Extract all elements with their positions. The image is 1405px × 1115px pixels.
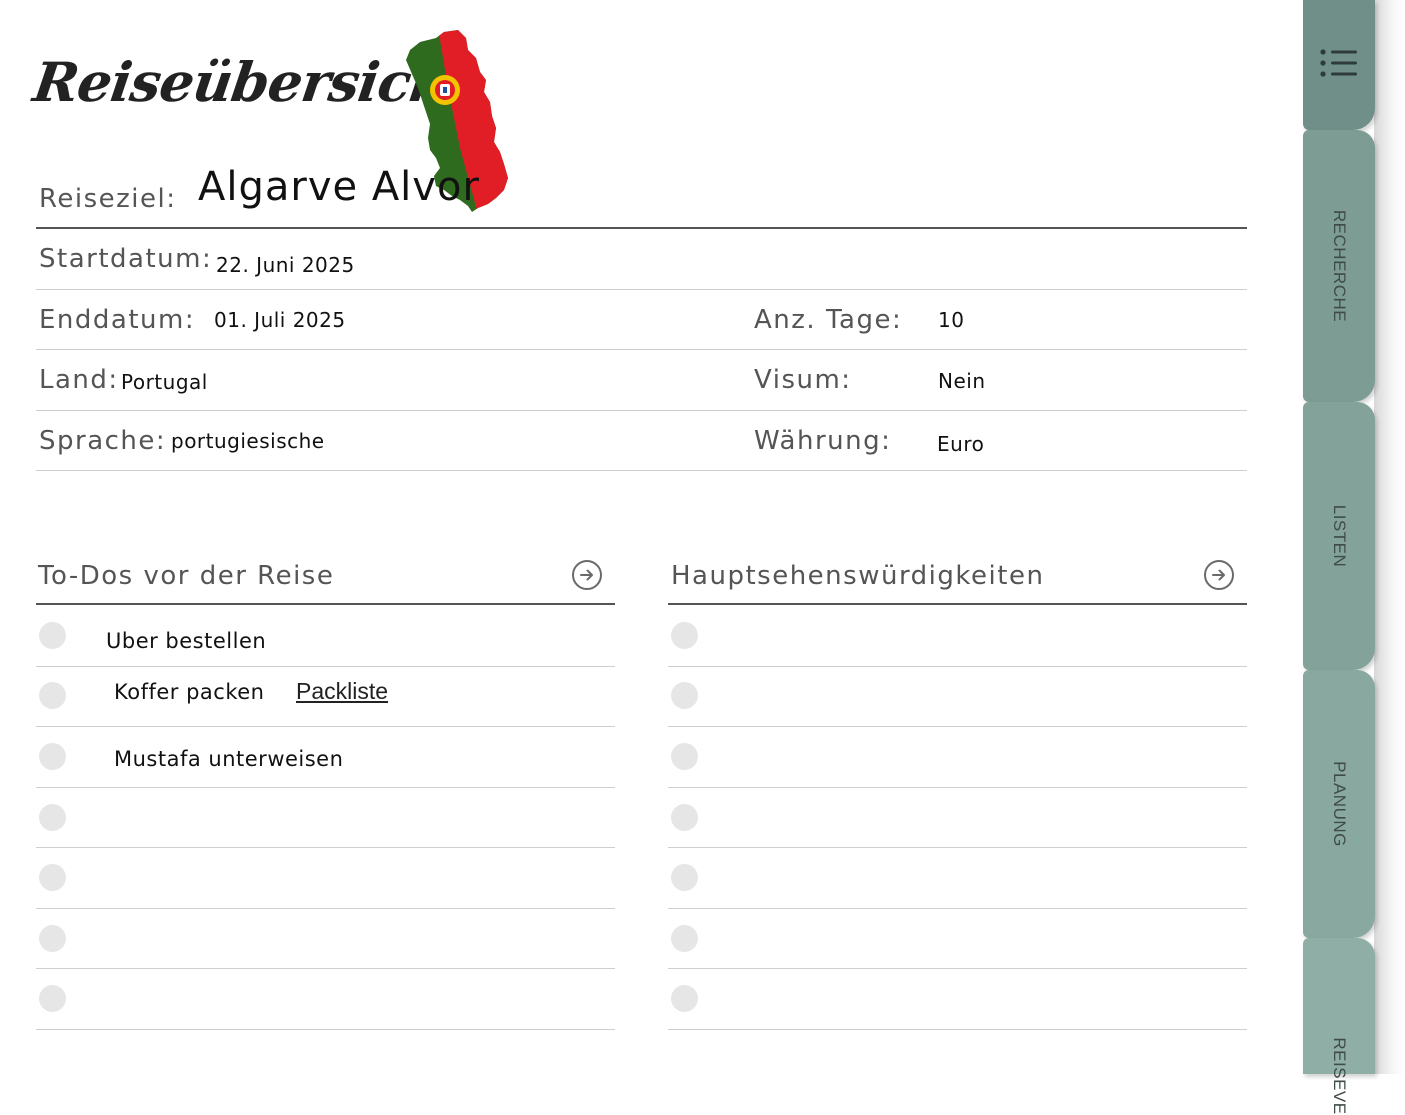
todo-checkbox[interactable] [39,622,66,649]
divider [668,726,1247,727]
tab-reiseve[interactable]: REISEVE [1303,938,1375,1115]
todos-title: To-Dos vor der Reise [38,561,335,591]
tab-label: PLANUNG [1330,761,1349,847]
travel-overview-page: Reiseübersicht Reiseziel: Algarve Alvor … [0,0,1300,1074]
visa-value[interactable]: Nein [938,369,986,393]
divider [668,787,1247,788]
tab-planung[interactable]: PLANUNG [1303,670,1375,938]
list-menu-icon [1320,49,1357,77]
destination-label: Reiseziel: [39,184,177,214]
tab-label: RECHERCHE [1330,209,1349,323]
start-date-value[interactable]: 22. Juni 2025 [216,253,355,277]
divider [36,349,1247,350]
tab-recherche[interactable]: RECHERCHE [1303,130,1375,402]
sight-checkbox[interactable] [671,925,698,952]
packliste-link[interactable]: Packliste [296,678,388,705]
divider [668,1029,1247,1030]
todo-checkbox[interactable] [39,864,66,891]
todos-arrow-button[interactable] [572,560,602,590]
end-date-label: Enddatum: [39,305,196,335]
divider [668,603,1247,605]
currency-value[interactable]: Euro [937,432,984,456]
todo-item[interactable]: Koffer packen [114,680,264,704]
sights-title: Hauptsehenswürdigkeiten [671,561,1045,591]
todo-item[interactable]: Mustafa unterweisen [114,747,343,771]
days-value[interactable]: 10 [938,308,964,332]
sights-arrow-button[interactable] [1204,560,1234,590]
divider [36,1029,615,1030]
divider [36,470,1247,471]
visa-label: Visum: [754,365,852,395]
divider [36,289,1247,290]
sight-checkbox[interactable] [671,622,698,649]
destination-value[interactable]: Algarve Alvor [198,164,480,210]
todo-checkbox[interactable] [39,804,66,831]
language-value[interactable]: portugiesische [171,429,325,453]
sight-checkbox[interactable] [671,864,698,891]
todo-item[interactable]: Uber bestellen [106,629,266,653]
tab-label: LISTEN [1330,504,1349,568]
divider [36,227,1247,229]
sight-checkbox[interactable] [671,985,698,1012]
divider [36,968,615,969]
divider [36,726,615,727]
start-date-label: Startdatum: [39,244,213,274]
tab-menu[interactable] [1303,0,1375,130]
divider [36,410,1247,411]
divider [36,787,615,788]
divider [668,908,1247,909]
divider [36,847,615,848]
todo-checkbox[interactable] [39,985,66,1012]
divider [668,968,1247,969]
arrow-right-icon [580,569,593,581]
todo-checkbox[interactable] [39,925,66,952]
divider [668,666,1247,667]
country-label: Land: [39,365,119,395]
sight-checkbox[interactable] [671,804,698,831]
divider [668,847,1247,848]
country-value[interactable]: Portugal [121,370,208,394]
tab-listen[interactable]: LISTEN [1303,402,1375,670]
divider [36,666,615,667]
tab-label: REISEVE [1330,1037,1349,1115]
divider [36,603,615,605]
divider [36,908,615,909]
currency-label: Währung: [754,426,892,456]
page-edge-shadow [1374,0,1405,1074]
arrow-right-icon [1212,569,1225,581]
language-label: Sprache: [39,426,167,456]
sight-checkbox[interactable] [671,743,698,770]
days-label: Anz. Tage: [754,305,903,335]
end-date-value[interactable]: 01. Juli 2025 [214,308,346,332]
todo-checkbox[interactable] [39,743,66,770]
todo-checkbox[interactable] [39,682,66,709]
sight-checkbox[interactable] [671,682,698,709]
